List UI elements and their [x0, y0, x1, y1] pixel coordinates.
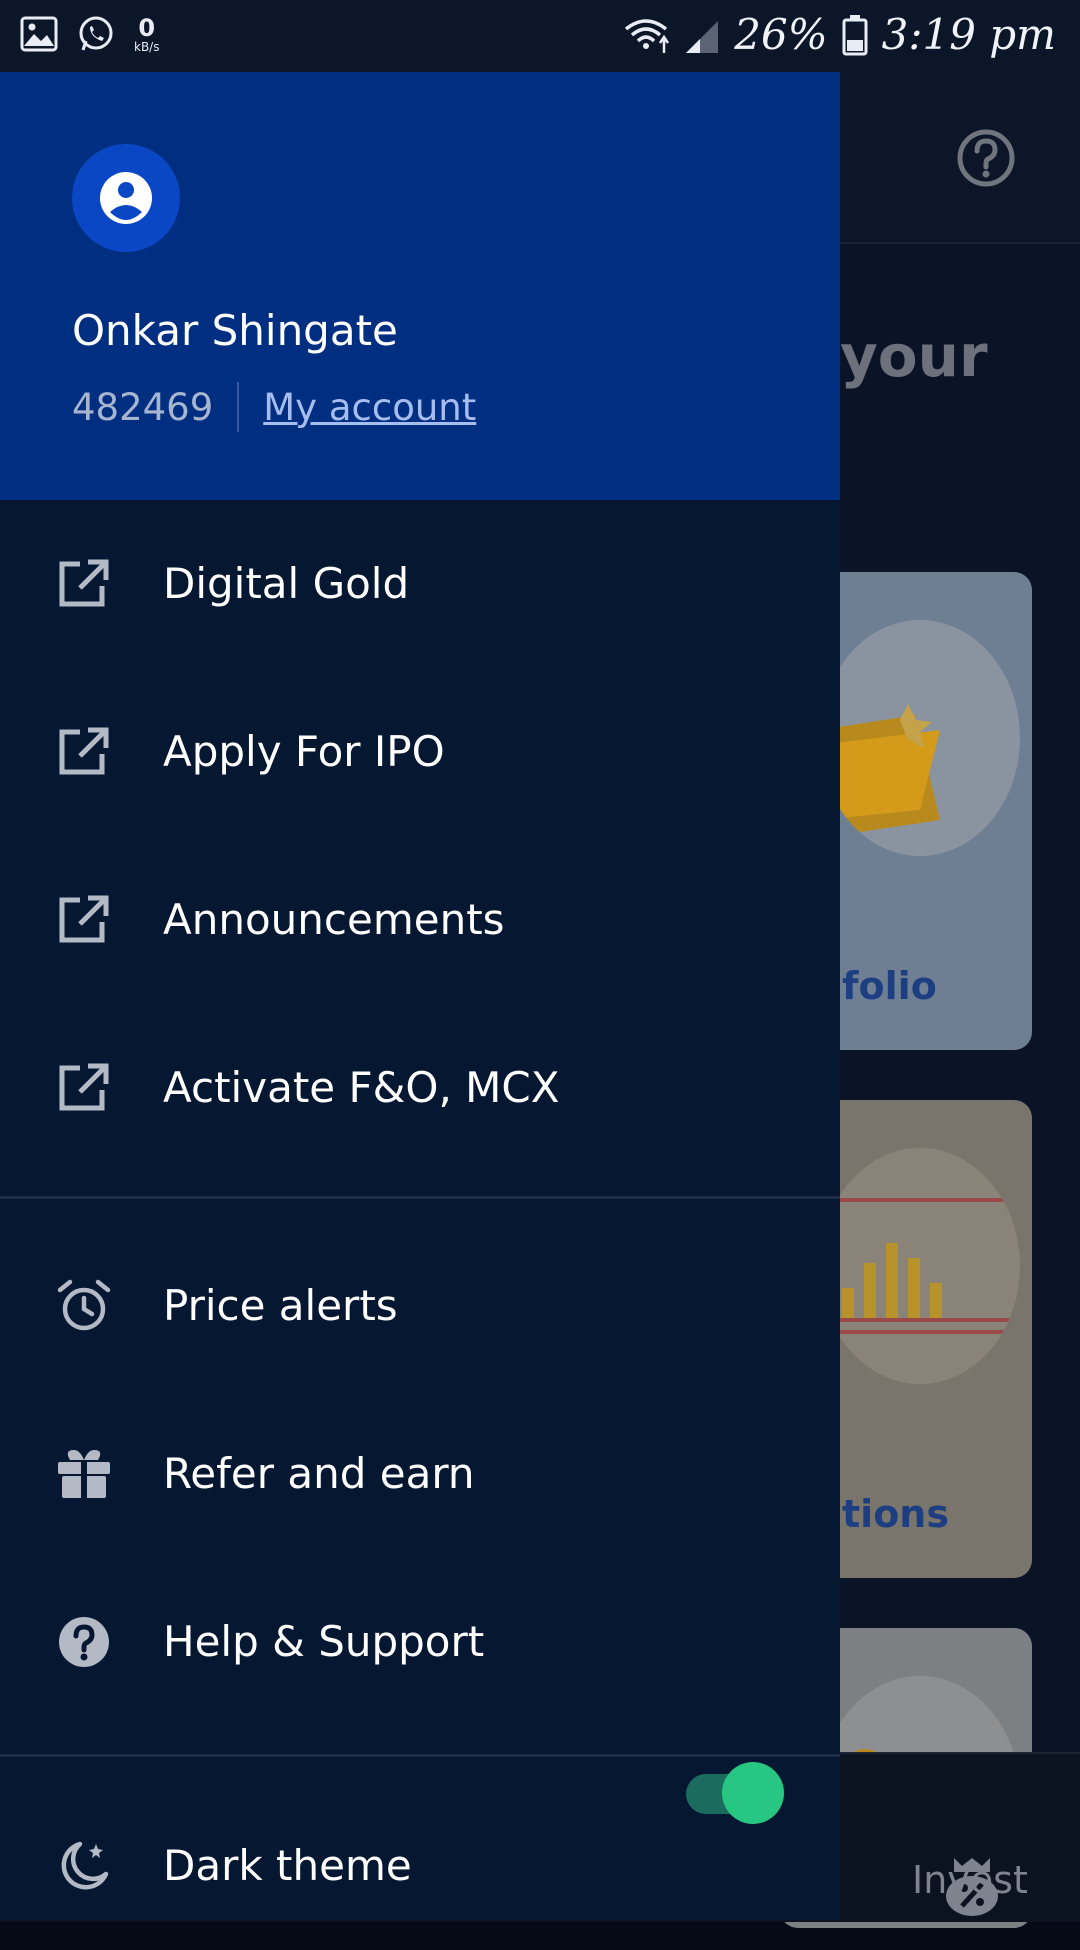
- network-speed: 0 kB/s: [134, 15, 159, 53]
- avatar[interactable]: [72, 144, 180, 252]
- background-card-label: folio: [842, 964, 937, 1008]
- status-bar-notifications: 0 kB/s: [20, 14, 159, 54]
- user-info-row: 482469 My account: [72, 382, 476, 432]
- status-bar: 0 kB/s 26% 3:19 pm: [0, 0, 1080, 72]
- battery-percent: 26%: [734, 10, 828, 59]
- menu-divider: [0, 1754, 840, 1757]
- account-circle-icon: [100, 172, 152, 224]
- network-speed-value: 0: [138, 14, 156, 42]
- gift-icon: [58, 1450, 110, 1500]
- user-name: Onkar Shingate: [72, 306, 398, 355]
- my-account-link[interactable]: My account: [263, 386, 476, 429]
- menu-item-label: Price alerts: [163, 1281, 398, 1330]
- menu-item-apply-for-ipo[interactable]: Apply For IPO: [0, 668, 840, 836]
- open-in-new-icon: [59, 1063, 109, 1111]
- menu-item-digital-gold[interactable]: Digital Gold: [0, 500, 840, 668]
- menu-item-announcements[interactable]: Announcements: [0, 836, 840, 1004]
- help-circle-icon: [59, 1617, 109, 1667]
- menu-item-label: Refer and earn: [163, 1449, 475, 1498]
- menu-item-price-alerts[interactable]: Price alerts: [0, 1222, 840, 1390]
- menu-item-label: Apply For IPO: [163, 727, 445, 776]
- open-in-new-icon: [59, 559, 109, 607]
- menu-item-label: Digital Gold: [163, 559, 410, 608]
- toggle-knob: [722, 1762, 784, 1824]
- moon-stars-icon: [61, 1841, 109, 1890]
- background-heading: your: [840, 322, 988, 390]
- whatsapp-icon: [79, 16, 113, 51]
- drawer-header: Onkar Shingate 482469 My account: [0, 72, 840, 500]
- user-info-divider: [237, 382, 240, 432]
- background-nav-invest-label: Invest: [912, 1858, 1028, 1902]
- dark-theme-label: Dark theme: [163, 1841, 412, 1890]
- gallery-icon: [20, 16, 58, 52]
- navigation-drawer: Onkar Shingate 482469 My account Digital…: [0, 72, 840, 1920]
- help-icon: [957, 129, 1015, 187]
- menu-item-activate-fo-mcx[interactable]: Activate F&O, MCX: [0, 1004, 840, 1172]
- user-id: 482469: [72, 385, 214, 429]
- signal-icon: [686, 20, 719, 53]
- status-bar-system: 26% 3:19 pm: [622, 10, 1056, 59]
- clock: 3:19 pm: [881, 10, 1056, 59]
- menu-item-help-and-support[interactable]: Help & Support: [0, 1558, 840, 1726]
- menu-item-refer-and-earn[interactable]: Refer and earn: [0, 1390, 840, 1558]
- menu-divider: [0, 1196, 840, 1199]
- wifi-icon: [625, 18, 670, 53]
- background-card-label: tions: [842, 1492, 949, 1536]
- menu-item-label: Activate F&O, MCX: [163, 1063, 560, 1112]
- menu-item-label: Help & Support: [163, 1617, 485, 1666]
- dark-theme-toggle[interactable]: [686, 1762, 784, 1824]
- open-in-new-icon: [59, 727, 109, 775]
- menu-item-label: Announcements: [163, 895, 505, 944]
- network-speed-unit: kB/s: [134, 40, 160, 54]
- chart-illustration: [820, 1148, 1020, 1384]
- alarm-clock-icon: [57, 1279, 111, 1331]
- battery-icon: [842, 14, 868, 55]
- gold-illustration: [820, 620, 1020, 856]
- open-in-new-icon: [59, 895, 109, 943]
